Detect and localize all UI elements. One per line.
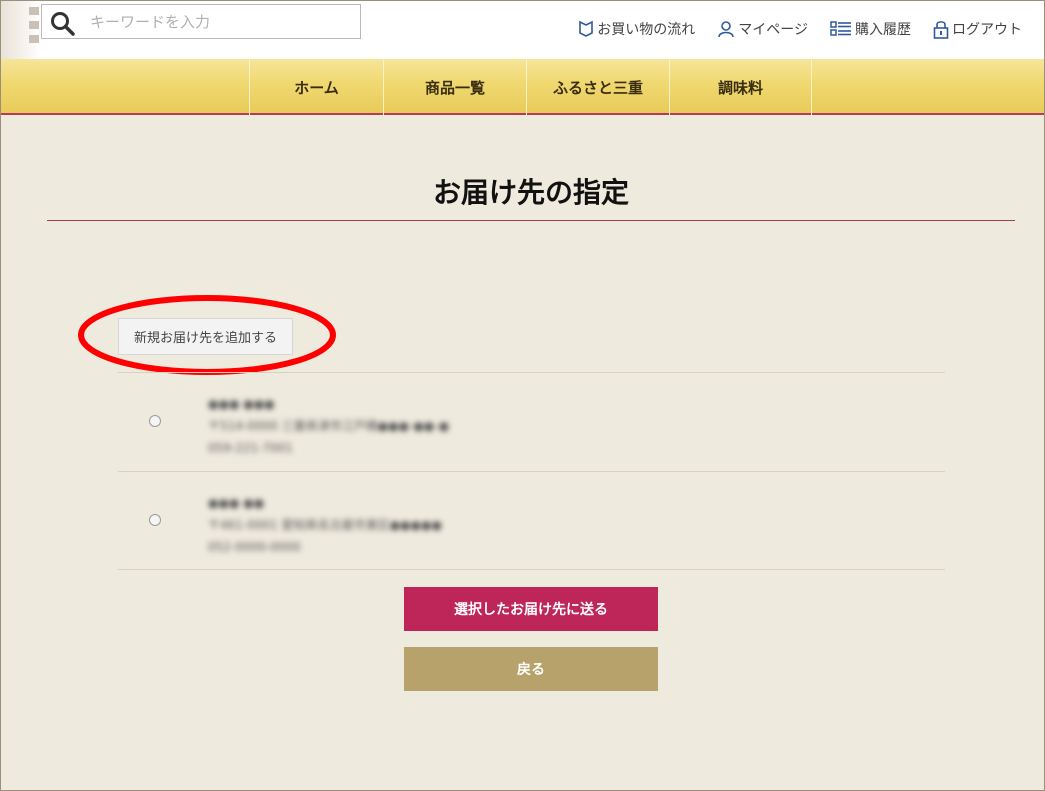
nav-item-home[interactable]: ホーム bbox=[249, 59, 383, 115]
nav-item-furusato-mie[interactable]: ふるさと三重 bbox=[526, 59, 669, 115]
main-nav: ホーム 商品一覧 ふるさと三重 調味料 bbox=[1, 59, 1044, 115]
address-details: ●●● ●●● 〒514-0000 三重県津市江戸橋●●●-●●-● 059-2… bbox=[208, 393, 449, 459]
address-list: ●●● ●●● 〒514-0000 三重県津市江戸橋●●●-●●-● 059-2… bbox=[118, 372, 945, 570]
address-details: ●●● ●● 〒461-0001 愛知県名古屋市東区●●●●● 052-0000… bbox=[208, 492, 442, 558]
address-row[interactable]: ●●● ●● 〒461-0001 愛知県名古屋市東区●●●●● 052-0000… bbox=[118, 471, 945, 570]
logout-label: ログアウト bbox=[952, 22, 1022, 38]
lock-icon bbox=[933, 21, 949, 39]
list-icon bbox=[830, 21, 851, 36]
address-phone: 052-0000-0000 bbox=[208, 540, 301, 554]
logout-link[interactable]: ログアウト bbox=[933, 19, 1022, 39]
mypage-label: マイページ bbox=[738, 22, 808, 38]
address-radio[interactable] bbox=[149, 514, 161, 526]
purchase-history-label: 購入履歴 bbox=[855, 22, 911, 38]
address-line: 〒461-0001 愛知県名古屋市東区●●●●● bbox=[208, 518, 442, 532]
back-button[interactable]: 戻る bbox=[404, 647, 658, 691]
address-line: 〒514-0000 三重県津市江戸橋●●●-●●-● bbox=[208, 419, 450, 433]
shopping-flow-icon bbox=[579, 20, 594, 37]
mypage-link[interactable]: マイページ bbox=[717, 19, 808, 39]
logo-image bbox=[1, 1, 41, 59]
page-title: お届け先の指定 bbox=[432, 176, 629, 209]
nav-item-seasoning[interactable]: 調味料 bbox=[669, 59, 812, 115]
purchase-history-link[interactable]: 購入履歴 bbox=[830, 19, 911, 39]
shopping-flow-label: お買い物の流れ bbox=[597, 22, 696, 38]
address-name: ●●● ●●● bbox=[208, 397, 275, 411]
nav-item-products[interactable]: 商品一覧 bbox=[383, 59, 526, 115]
send-to-selected-button[interactable]: 選択したお届け先に送る bbox=[404, 587, 658, 631]
address-phone: 059-221-7001 bbox=[208, 441, 294, 455]
add-address-button[interactable]: 新規お届け先を追加する bbox=[118, 318, 293, 355]
search-box[interactable] bbox=[41, 4, 361, 39]
top-bar: お買い物の流れ マイページ 購入履歴 bbox=[1, 1, 1044, 59]
search-icon[interactable] bbox=[50, 11, 76, 37]
title-divider bbox=[47, 220, 1015, 221]
address-radio[interactable] bbox=[149, 415, 161, 427]
shopping-flow-link[interactable]: お買い物の流れ bbox=[578, 19, 695, 39]
address-row[interactable]: ●●● ●●● 〒514-0000 三重県津市江戸橋●●●-●●-● 059-2… bbox=[118, 372, 945, 471]
address-name: ●●● ●● bbox=[208, 496, 265, 510]
search-input[interactable] bbox=[90, 9, 350, 35]
user-icon bbox=[718, 21, 735, 38]
utility-nav: お買い物の流れ マイページ 購入履歴 ログアウト bbox=[578, 19, 1022, 39]
